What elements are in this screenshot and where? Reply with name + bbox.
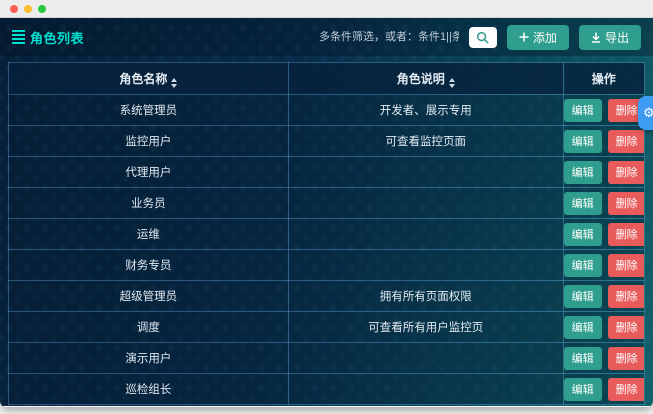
table-row: 超级管理员 拥有所有页面权限 编辑删除 xyxy=(9,281,645,312)
delete-button[interactable]: 删除 xyxy=(608,316,645,339)
macos-titlebar xyxy=(0,0,653,18)
roles-table-wrap: 角色名称 角色说明 操作 系统管理员 开发者、展示专用 编辑删除 监控用户 xyxy=(8,62,645,405)
edit-button[interactable]: 编辑 xyxy=(564,130,602,153)
edit-button[interactable]: 编辑 xyxy=(564,347,602,370)
table-row: 业务员 编辑删除 xyxy=(9,188,645,219)
edit-button[interactable]: 编辑 xyxy=(564,161,602,184)
table-row: 代理用户 编辑删除 xyxy=(9,157,645,188)
download-icon xyxy=(591,32,601,43)
app-body: 角色列表 添加 xyxy=(0,18,653,406)
delete-button[interactable]: 删除 xyxy=(608,254,645,277)
table-row: 运维 编辑删除 xyxy=(9,219,645,250)
gear-icon: ⚙ xyxy=(643,105,653,121)
row-actions-cell: 编辑删除 xyxy=(563,343,644,374)
search-input[interactable] xyxy=(319,31,459,43)
edit-button[interactable]: 编辑 xyxy=(564,192,602,215)
role-description-cell xyxy=(288,157,563,188)
roles-table: 角色名称 角色说明 操作 系统管理员 开发者、展示专用 编辑删除 监控用户 xyxy=(8,62,645,405)
role-name-cell: 运维 xyxy=(9,219,289,250)
table-row: 财务专员 编辑删除 xyxy=(9,250,645,281)
row-actions-cell: 编辑删除 xyxy=(563,374,644,405)
role-description-cell: 可查看所有用户监控页 xyxy=(288,312,563,343)
row-actions-cell: 编辑删除 xyxy=(563,95,644,126)
column-header-actions: 操作 xyxy=(563,63,644,95)
toolbar: 角色列表 添加 xyxy=(0,18,653,56)
role-description-cell xyxy=(288,188,563,219)
table-header-row: 角色名称 角色说明 操作 xyxy=(9,63,645,95)
row-actions-cell: 编辑删除 xyxy=(563,281,644,312)
role-description-cell xyxy=(288,343,563,374)
role-name-cell: 演示用户 xyxy=(9,343,289,374)
table-row: 监控用户 可查看监控页面 编辑删除 xyxy=(9,126,645,157)
page-title-text: 角色列表 xyxy=(30,28,84,47)
export-button-label: 导出 xyxy=(605,29,629,46)
sort-icon[interactable] xyxy=(171,78,177,88)
table-row: 系统管理员 开发者、展示专用 编辑删除 xyxy=(9,95,645,126)
role-name-cell: 业务员 xyxy=(9,188,289,219)
delete-button[interactable]: 删除 xyxy=(608,130,645,153)
page-title: 角色列表 xyxy=(12,28,84,47)
delete-button[interactable]: 删除 xyxy=(608,192,645,215)
row-actions-cell: 编辑删除 xyxy=(563,250,644,281)
role-description-cell: 可查看监控页面 xyxy=(288,126,563,157)
export-button[interactable]: 导出 xyxy=(579,25,641,50)
search-button[interactable] xyxy=(469,27,497,48)
list-icon xyxy=(12,30,25,44)
role-name-cell: 代理用户 xyxy=(9,157,289,188)
app-window: 角色列表 添加 xyxy=(0,0,653,407)
column-header-role-description[interactable]: 角色说明 xyxy=(288,63,563,95)
role-name-cell: 巡检组长 xyxy=(9,374,289,405)
zoom-window-button[interactable] xyxy=(38,5,46,13)
edit-button[interactable]: 编辑 xyxy=(564,99,602,122)
role-name-cell: 超级管理员 xyxy=(9,281,289,312)
role-name-cell: 财务专员 xyxy=(9,250,289,281)
settings-drawer-tab[interactable]: ⚙ xyxy=(638,96,653,130)
add-button-label: 添加 xyxy=(533,29,557,46)
role-name-cell: 监控用户 xyxy=(9,126,289,157)
table-row: 调度 可查看所有用户监控页 编辑删除 xyxy=(9,312,645,343)
toolbar-right-group: 添加 导出 xyxy=(319,25,641,50)
column-header-role-name[interactable]: 角色名称 xyxy=(9,63,289,95)
edit-button[interactable]: 编辑 xyxy=(564,223,602,246)
delete-button[interactable]: 删除 xyxy=(608,161,645,184)
role-description-cell xyxy=(288,374,563,405)
edit-button[interactable]: 编辑 xyxy=(564,316,602,339)
close-window-button[interactable] xyxy=(10,5,18,13)
sort-icon[interactable] xyxy=(449,78,455,88)
search-icon xyxy=(476,31,489,44)
row-actions-cell: 编辑删除 xyxy=(563,188,644,219)
plus-icon xyxy=(519,32,529,42)
role-name-cell: 系统管理员 xyxy=(9,95,289,126)
table-row: 巡检组长 编辑删除 xyxy=(9,374,645,405)
role-description-cell xyxy=(288,250,563,281)
add-button[interactable]: 添加 xyxy=(507,25,569,50)
row-actions-cell: 编辑删除 xyxy=(563,312,644,343)
row-actions-cell: 编辑删除 xyxy=(563,126,644,157)
edit-button[interactable]: 编辑 xyxy=(564,254,602,277)
edit-button[interactable]: 编辑 xyxy=(564,378,602,401)
delete-button[interactable]: 删除 xyxy=(608,223,645,246)
role-description-cell xyxy=(288,219,563,250)
delete-button[interactable]: 删除 xyxy=(608,347,645,370)
table-row: 演示用户 编辑删除 xyxy=(9,343,645,374)
row-actions-cell: 编辑删除 xyxy=(563,219,644,250)
row-actions-cell: 编辑删除 xyxy=(563,157,644,188)
edit-button[interactable]: 编辑 xyxy=(564,285,602,308)
delete-button[interactable]: 删除 xyxy=(608,378,645,401)
minimize-window-button[interactable] xyxy=(24,5,32,13)
role-description-cell: 拥有所有页面权限 xyxy=(288,281,563,312)
role-name-cell: 调度 xyxy=(9,312,289,343)
role-description-cell: 开发者、展示专用 xyxy=(288,95,563,126)
delete-button[interactable]: 删除 xyxy=(608,285,645,308)
